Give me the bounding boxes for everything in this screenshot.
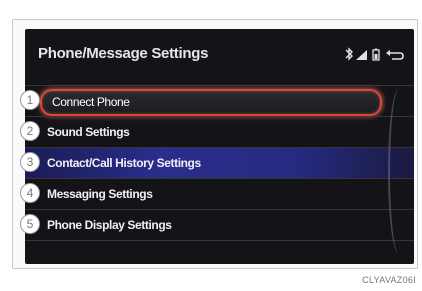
callout-number: 5 — [20, 214, 40, 234]
scroll-indicator[interactable] — [388, 89, 410, 254]
menu-item-phone-display-settings[interactable]: Phone Display Settings — [25, 209, 414, 241]
callout-number: 1 — [20, 90, 40, 110]
menu-item-connect-phone[interactable]: Connect Phone — [25, 85, 414, 117]
figure-code: CLYAVAZ06I — [362, 275, 416, 285]
menu-item-label: Contact/Call History Settings — [47, 156, 201, 170]
menu-item-messaging-settings[interactable]: Messaging Settings — [25, 178, 414, 210]
back-icon[interactable] — [386, 50, 404, 60]
signal-strength-icon — [356, 50, 367, 60]
bluetooth-icon — [345, 47, 353, 61]
menu-item-contact-call-history-settings[interactable]: Contact/Call History Settings — [25, 147, 414, 179]
callout-number: 3 — [20, 152, 40, 172]
callout-number: 4 — [20, 183, 40, 203]
menu-item-label: Phone Display Settings — [47, 218, 172, 232]
callout-number: 2 — [20, 121, 40, 141]
screen-title: Phone/Message Settings — [38, 45, 209, 62]
menu-item-label: Messaging Settings — [47, 187, 153, 201]
status-icons — [343, 47, 405, 63]
menu-item-label: Connect Phone — [52, 95, 130, 109]
menu-list-end — [25, 240, 414, 264]
menu-item-label: Sound Settings — [47, 125, 130, 139]
menu-item-sound-settings[interactable]: Sound Settings — [25, 116, 414, 148]
infotainment-screen: Phone/Message Settings Connect Phone Sou… — [25, 29, 414, 264]
title-bar: Phone/Message Settings — [25, 29, 414, 85]
battery-icon — [372, 48, 380, 61]
